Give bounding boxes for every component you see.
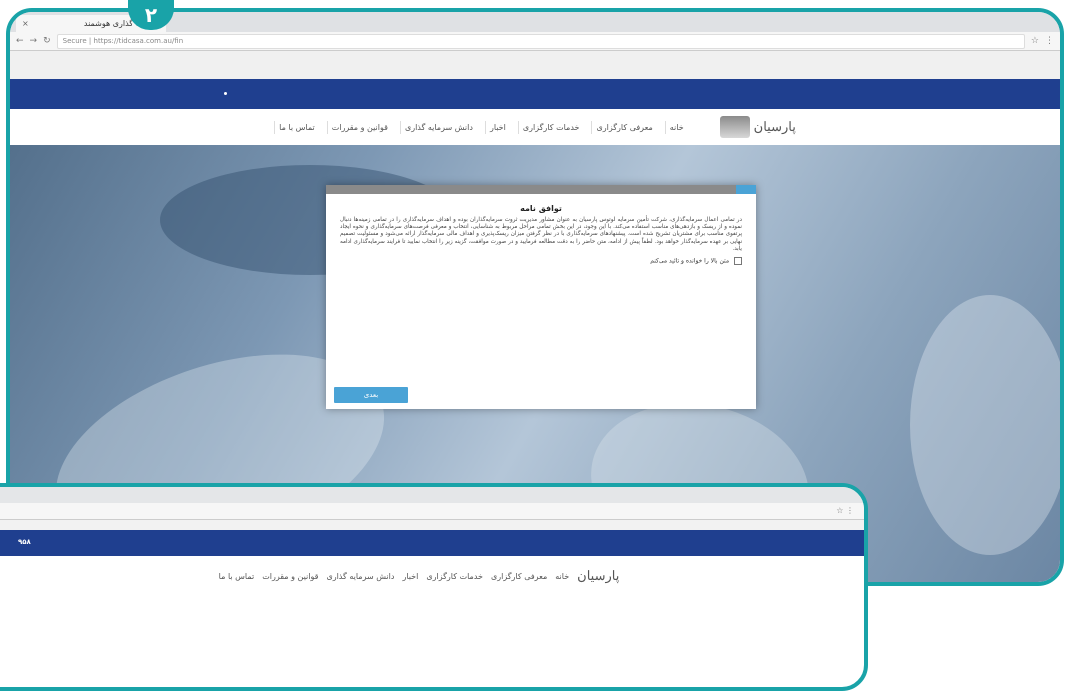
secondary-tab-strip	[0, 487, 864, 503]
topbar-dot	[224, 92, 227, 95]
logo-mark-icon	[719, 116, 750, 138]
nav-item-rules[interactable]: قوانین و مقررات	[326, 120, 392, 134]
secondary-nav-item-about[interactable]: معرفی کارگزاری	[491, 572, 547, 581]
secondary-nav-item-knowledge[interactable]: دانش سرمایه گذاری	[326, 572, 394, 581]
star-icon[interactable]: ☆	[1031, 36, 1039, 46]
agree-row[interactable]: متن بالا را خوانده و تائید می‌کنم	[326, 253, 756, 269]
secondary-nav-item-news[interactable]: اخبار	[402, 572, 418, 581]
site-topbar	[10, 79, 1060, 109]
secondary-logo-text: پارسیان	[577, 568, 620, 584]
reload-icon[interactable]: ↻	[43, 36, 51, 46]
agreement-modal: توافق نامه در تمامی اعمال سرمایه‌گذاری، …	[326, 185, 756, 409]
browser-window-secondary: ☆ ⋮ ۹۵۸ پارسیان خانه معرفی کارگزاری خدما…	[0, 483, 868, 691]
site-logo[interactable]: پارسیان	[719, 116, 796, 138]
nav-item-knowledge[interactable]: دانش سرمایه گذاری	[399, 120, 477, 134]
hero-photo-shape	[910, 295, 1060, 555]
modal-close-strip[interactable]	[736, 185, 756, 194]
site-nav: پارسیان خانه معرفی کارگزاری خدمات کارگزا…	[10, 109, 1060, 145]
agree-label: متن بالا را خوانده و تائید می‌کنم	[650, 257, 730, 265]
secondary-gap	[0, 520, 864, 530]
next-button[interactable]: بعدی	[334, 387, 408, 403]
nav-item-contact[interactable]: تماس با ما	[274, 120, 319, 134]
address-bar: ← → ↻ Secure | https://tidcasa.com.au/fi…	[10, 32, 1060, 51]
back-icon[interactable]: ←	[16, 36, 24, 46]
secondary-nav-item-home[interactable]: خانه	[555, 572, 569, 581]
modal-body-text: در تمامی اعمال سرمایه‌گذاری، شرکت تأمین …	[340, 217, 742, 252]
agree-checkbox[interactable]	[734, 257, 742, 266]
modal-header	[326, 185, 756, 194]
secondary-logo[interactable]: پارسیان	[577, 569, 619, 584]
secondary-nav-item-contact[interactable]: تماس با ما	[219, 572, 255, 581]
forward-icon[interactable]: →	[30, 36, 38, 46]
url-field[interactable]: Secure | https://tidcasa.com.au/fin	[56, 33, 1025, 49]
secondary-address-bar: ☆ ⋮	[0, 503, 864, 520]
secondary-nav-item-rules[interactable]: قوانین و مقررات	[262, 572, 318, 581]
menu-icon[interactable]: ⋮	[1045, 36, 1054, 46]
nav-item-news[interactable]: اخبار	[484, 120, 510, 134]
logo-text: پارسیان	[753, 119, 796, 135]
secondary-nav: پارسیان خانه معرفی کارگزاری خدمات کارگزا…	[0, 556, 864, 596]
secondary-topbar: ۹۵۸	[0, 530, 864, 556]
nav-item-about[interactable]: معرفی کارگزاری	[591, 120, 656, 134]
modal-title: توافق نامه	[520, 204, 562, 213]
nav-item-services[interactable]: خدمات کارگزاری	[517, 120, 584, 134]
secondary-nav-item-services[interactable]: خدمات کارگزاری	[426, 572, 483, 581]
secondary-topbar-label: ۹۵۸	[18, 538, 31, 546]
nav-item-home[interactable]: خانه	[664, 120, 688, 134]
page-top-gap	[10, 51, 1060, 79]
close-icon[interactable]: ×	[22, 15, 29, 32]
